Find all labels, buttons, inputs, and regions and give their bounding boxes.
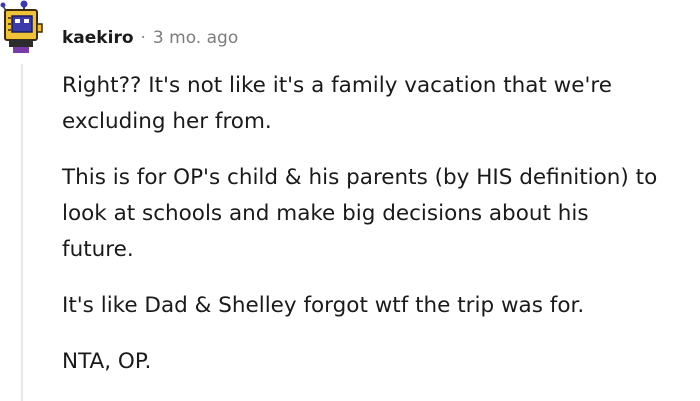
comment-text-line: It's like Dad & Shelley forgot wtf the t… bbox=[62, 293, 585, 318]
comment: kaekiro · 3 mo. ago Right?? It's not lik… bbox=[0, 0, 700, 401]
comment-paragraph: NTA, OP. bbox=[62, 344, 698, 380]
snoo-avatar-icon bbox=[0, 0, 43, 53]
comment-text-line: Right?? It's not like it's a family vaca… bbox=[62, 73, 613, 98]
comment-meta: kaekiro · 3 mo. ago bbox=[62, 24, 238, 52]
comment-text-line: excluding her from. bbox=[62, 109, 272, 134]
comment-paragraph: Right?? It's not like it's a family vaca… bbox=[62, 68, 698, 140]
avatar[interactable] bbox=[0, 0, 44, 56]
comment-text-line: This is for OP's child & his parents (by… bbox=[62, 165, 658, 190]
comment-body: Right?? It's not like it's a family vaca… bbox=[62, 68, 698, 400]
meta-separator: · bbox=[140, 28, 146, 48]
comment-timestamp[interactable]: 3 mo. ago bbox=[153, 28, 238, 48]
comment-text-line: future. bbox=[62, 237, 134, 262]
thread-line[interactable] bbox=[21, 64, 23, 401]
comment-text-line: look at schools and make big decisions a… bbox=[62, 201, 589, 226]
comment-paragraph: It's like Dad & Shelley forgot wtf the t… bbox=[62, 288, 698, 324]
author-name[interactable]: kaekiro bbox=[62, 28, 134, 48]
comment-text-line: NTA, OP. bbox=[62, 349, 152, 374]
comment-paragraph: This is for OP's child & his parents (by… bbox=[62, 160, 698, 268]
